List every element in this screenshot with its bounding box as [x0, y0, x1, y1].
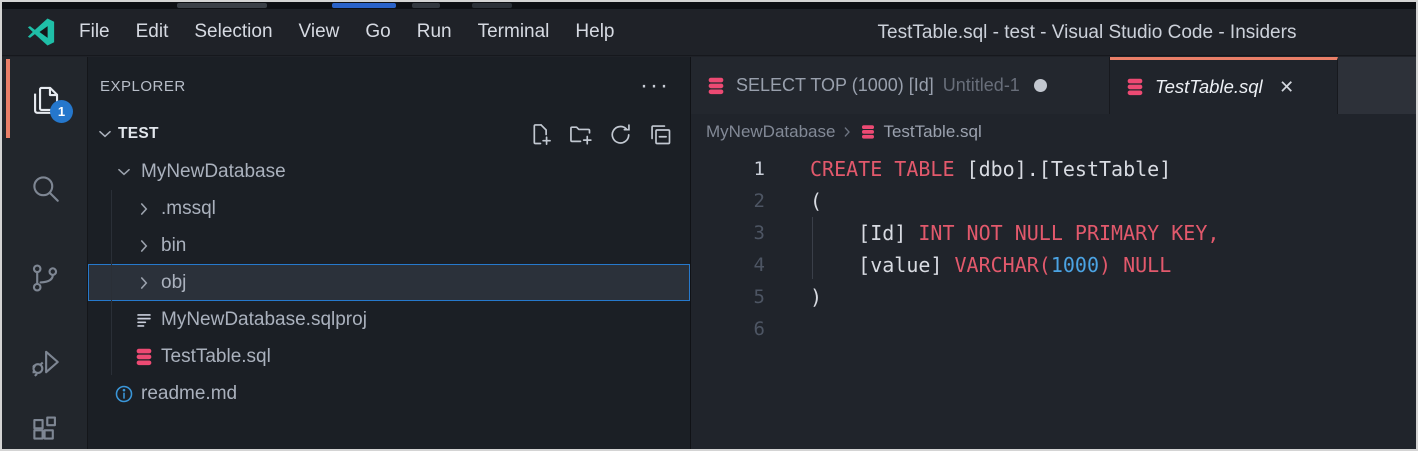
sidebar-header: EXPLORER ···	[88, 57, 690, 115]
background-window-sliver	[2, 2, 1416, 9]
titlebar: File Edit Selection View Go Run Terminal…	[2, 9, 1416, 56]
tree-item-file[interactable]: MyNewDatabase.sqlproj	[88, 301, 690, 338]
tab-label: SELECT TOP (1000) [Id]	[736, 75, 934, 96]
chevron-down-icon	[94, 123, 116, 145]
tab-bar: SELECT TOP (1000) [Id] Untitled-1 TestTa…	[691, 57, 1416, 114]
breadcrumb-segment[interactable]: TestTable.sql	[883, 122, 981, 142]
tree-item-label: TestTable.sql	[161, 346, 271, 368]
dirty-indicator[interactable]	[1034, 79, 1047, 92]
search-icon	[28, 171, 62, 205]
code-line[interactable]: 3 [Id] INT NOT NULL PRIMARY KEY,	[691, 217, 1416, 249]
activity-explorer-button[interactable]: 1	[2, 83, 87, 117]
background-artifact	[472, 3, 512, 8]
section-header-test[interactable]: TEST	[88, 115, 690, 153]
sidebar-title: EXPLORER	[100, 78, 186, 95]
tree-item-file[interactable]: readme.md	[88, 375, 690, 412]
line-number: 6	[691, 313, 765, 345]
code-text: )	[810, 281, 822, 313]
chevron-right-icon	[133, 235, 155, 257]
new-file-button[interactable]	[527, 121, 554, 148]
collapse-all-button[interactable]	[647, 121, 674, 148]
explorer-badge: 1	[50, 100, 73, 123]
tree-item-folder[interactable]: bin	[88, 227, 690, 264]
menu-go[interactable]: Go	[352, 15, 403, 49]
new-folder-button[interactable]	[567, 121, 594, 148]
activity-search-button[interactable]	[2, 171, 87, 205]
chevron-right-icon	[133, 198, 155, 220]
tree-item-file[interactable]: TestTable.sql	[88, 338, 690, 375]
chevron-down-icon	[113, 161, 135, 183]
tree-item-label: bin	[161, 235, 186, 257]
info-icon	[113, 383, 135, 405]
activity-bar: 1	[2, 57, 88, 449]
code-line[interactable]: 5 )	[691, 281, 1416, 313]
activity-run-debug-button[interactable]	[2, 345, 87, 379]
window-title: TestTable.sql - test - Visual Studio Cod…	[872, 9, 1302, 56]
tree-item-label: MyNewDatabase	[141, 161, 286, 183]
file-tree: MyNewDatabase .mssql bin	[88, 153, 690, 412]
activity-extensions-button[interactable]	[2, 413, 87, 447]
menu-terminal[interactable]: Terminal	[465, 15, 563, 49]
code-line[interactable]: 1 CREATE TABLE [dbo].[TestTable]	[691, 153, 1416, 185]
line-number: 1	[691, 153, 765, 185]
menu-help[interactable]: Help	[562, 15, 627, 49]
tree-item-label: obj	[161, 272, 186, 294]
indent-guide	[111, 190, 112, 375]
chevron-right-icon	[839, 124, 855, 140]
refresh-button[interactable]	[607, 121, 634, 148]
section-actions	[527, 121, 690, 148]
line-number: 2	[691, 185, 765, 217]
breadcrumb-segment[interactable]: MyNewDatabase	[706, 122, 835, 142]
extensions-icon	[28, 413, 62, 447]
bracket-indent-guide	[812, 217, 813, 279]
menubar: File Edit Selection View Go Run Terminal…	[66, 15, 628, 49]
editor-group: SELECT TOP (1000) [Id] Untitled-1 TestTa…	[691, 57, 1416, 449]
line-number: 5	[691, 281, 765, 313]
chevron-right-icon	[133, 272, 155, 294]
code-line[interactable]: 6	[691, 313, 1416, 345]
line-number: 3	[691, 217, 765, 249]
debug-icon	[28, 345, 62, 379]
database-icon	[705, 75, 727, 97]
more-actions-button[interactable]: ···	[634, 79, 676, 93]
code-text: CREATE TABLE [dbo].[TestTable]	[810, 153, 1171, 185]
background-artifact	[412, 3, 440, 8]
section-label: TEST	[118, 125, 159, 143]
menu-view[interactable]: View	[286, 15, 353, 49]
activity-source-control-button[interactable]	[2, 261, 87, 295]
database-icon	[1124, 76, 1146, 98]
code-line[interactable]: 4 [value] VARCHAR(1000) NULL	[691, 249, 1416, 281]
vscode-insiders-logo-icon	[26, 17, 56, 47]
tab-untitled-1[interactable]: SELECT TOP (1000) [Id] Untitled-1	[691, 57, 1110, 114]
tree-item-folder-selected[interactable]: obj	[88, 264, 690, 301]
menu-edit[interactable]: Edit	[123, 15, 182, 49]
database-icon	[859, 123, 877, 141]
tree-item-folder[interactable]: .mssql	[88, 190, 690, 227]
menu-run[interactable]: Run	[404, 15, 465, 49]
tree-item-label: .mssql	[161, 198, 216, 220]
code-text: (	[810, 185, 822, 217]
background-artifact	[332, 3, 396, 8]
sqlproj-file-icon	[133, 309, 155, 331]
tab-testtable-sql[interactable]: TestTable.sql ✕	[1110, 57, 1338, 114]
menu-selection[interactable]: Selection	[181, 15, 285, 49]
code-line[interactable]: 2 (	[691, 185, 1416, 217]
code-text: [Id] INT NOT NULL PRIMARY KEY,	[810, 217, 1219, 249]
tree-item-label: MyNewDatabase.sqlproj	[161, 309, 367, 331]
code-editor[interactable]: 1 CREATE TABLE [dbo].[TestTable] 2 ( 3 […	[691, 150, 1416, 345]
background-artifact	[177, 3, 267, 8]
menu-file[interactable]: File	[66, 15, 123, 49]
tab-description: Untitled-1	[943, 75, 1020, 96]
close-icon[interactable]: ✕	[1275, 75, 1299, 99]
git-branch-icon	[28, 261, 62, 295]
explorer-sidebar: EXPLORER ··· TEST	[88, 57, 691, 449]
code-text: [value] VARCHAR(1000) NULL	[810, 249, 1171, 281]
vscode-window: File Edit Selection View Go Run Terminal…	[0, 0, 1418, 451]
tree-item-label: readme.md	[141, 383, 237, 405]
line-number: 4	[691, 249, 765, 281]
database-icon	[133, 346, 155, 368]
tab-label: TestTable.sql	[1155, 76, 1263, 98]
tree-item-folder[interactable]: MyNewDatabase	[88, 153, 690, 190]
breadcrumb: MyNewDatabase TestTable.sql	[691, 114, 1416, 150]
